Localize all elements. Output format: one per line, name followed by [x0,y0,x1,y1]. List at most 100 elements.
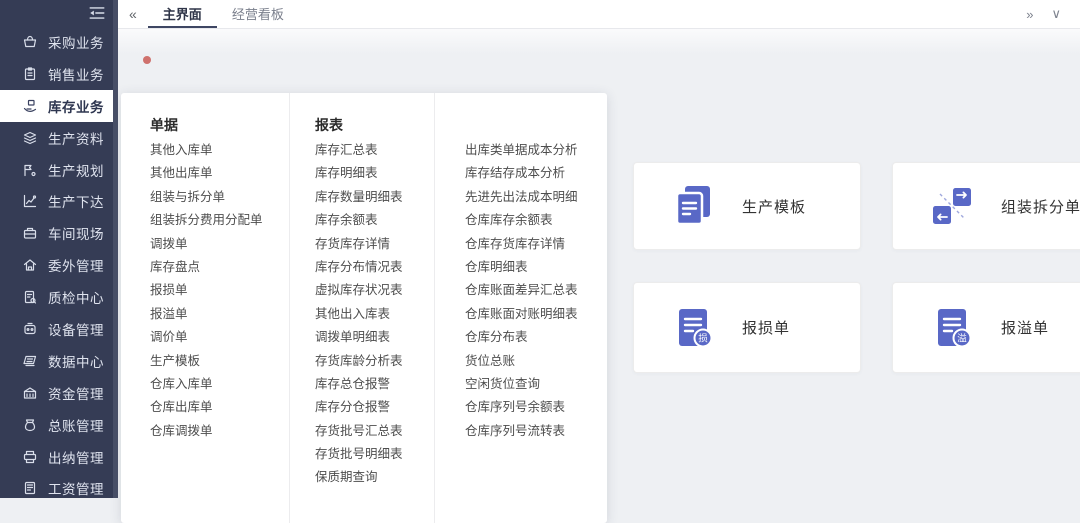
card-assembly-split[interactable]: 组装拆分单 [892,162,1080,250]
sidebar-item-label: 车间现场 [48,223,104,243]
menu-item[interactable]: 仓库账面差异汇总表 [465,279,607,302]
planning-flag-icon [22,162,38,178]
card-label: 报溢单 [1001,317,1049,338]
sidebar-item-quality-center[interactable]: 质检中心 [0,281,113,313]
menu-item[interactable]: 仓库分布表 [465,326,607,349]
menu-item[interactable]: 存货批号明细表 [315,443,434,466]
sidebar-item-sales[interactable]: 销售业务 [0,58,113,90]
sidebar-item-production-dispatch[interactable]: 生产下达 [0,185,113,217]
inventory-mega-menu: 单据 其他入库单 其他出库单 组装与拆分单 组装拆分费用分配单 调拨单 库存盘点… [121,93,607,523]
basket-icon [22,34,38,50]
sidebar-item-label: 总账管理 [48,415,104,435]
menu-item[interactable]: 库存余额表 [315,209,434,232]
menu-item[interactable]: 货位总账 [465,350,607,373]
sidebar-item-payroll[interactable]: 工资管理 [0,472,113,504]
menu-item[interactable]: 其他出入库表 [315,303,434,326]
sidebar-item-general-ledger[interactable]: 总账管理 [0,409,113,441]
menu-item[interactable]: 保质期查询 [315,466,434,489]
sidebar-item-label: 质检中心 [48,287,104,307]
menu-item[interactable]: 仓库账面对账明细表 [465,303,607,326]
sidebar-item-label: 生产资料 [48,128,104,148]
sidebar-item-label: 设备管理 [48,319,104,339]
layers-icon [22,130,38,146]
tab-main-screen[interactable]: 主界面 [148,0,217,28]
sidebar-item-inventory[interactable]: 库存业务 [0,90,113,122]
sidebar-item-outsourcing[interactable]: 委外管理 [0,249,113,281]
menu-item[interactable]: 生产模板 [150,350,289,373]
outsource-house-icon [22,257,38,273]
menu-item[interactable]: 仓库出库单 [150,396,289,419]
menu-item[interactable]: 先进先出法成本明细 [465,186,607,209]
sidebar-item-data-center[interactable]: 数据中心 [0,345,113,377]
assembly-split-icon [929,183,975,229]
sidebar: 采购业务 销售业务 库存业务 生产资料 生产规划 生产下达 车间现场 委外管理 [0,0,118,498]
menu-item[interactable]: 库存分仓报警 [315,396,434,419]
cashier-printer-icon [22,449,38,465]
menu-item[interactable]: 仓库库存余额表 [465,209,607,232]
clipboard-icon [22,66,38,82]
menu-item[interactable]: 其他出库单 [150,162,289,185]
tab-business-dashboard[interactable]: 经营看板 [217,0,299,28]
menu-item[interactable]: 库存盘点 [150,256,289,279]
sidebar-item-label: 生产规划 [48,160,104,180]
funds-bank-icon [22,385,38,401]
menu-item[interactable]: 仓库调拨单 [150,420,289,443]
menu-item[interactable]: 仓库入库单 [150,373,289,396]
menu-item[interactable]: 报溢单 [150,303,289,326]
menu-item[interactable]: 组装拆分费用分配单 [150,209,289,232]
menu-item[interactable]: 库存汇总表 [315,139,434,162]
sidebar-item-cashier[interactable]: 出纳管理 [0,441,113,473]
sidebar-collapse-icon[interactable] [88,4,106,22]
inventory-hand-icon [22,98,38,114]
menu-item[interactable]: 仓库序列号流转表 [465,420,607,443]
menu-column-header: 报表 [315,115,434,139]
sidebar-item-workshop[interactable]: 车间现场 [0,217,113,249]
menu-item[interactable]: 出库类单据成本分析 [465,139,607,162]
payroll-doc-icon [22,480,38,496]
sidebar-nav: 采购业务 销售业务 库存业务 生产资料 生产规划 生产下达 车间现场 委外管理 [0,26,118,504]
sidebar-item-purchasing[interactable]: 采购业务 [0,26,113,58]
card-production-template[interactable]: 生产模板 [633,162,861,250]
menu-item[interactable]: 存货库龄分析表 [315,350,434,373]
sidebar-item-equipment[interactable]: 设备管理 [0,313,113,345]
menu-item[interactable]: 库存数量明细表 [315,186,434,209]
tabs-scroll-right-icon[interactable]: » [1017,7,1042,22]
menu-item[interactable]: 报损单 [150,279,289,302]
tab-bar: « 主界面 经营看板 » ∨ [118,0,1080,29]
menu-item[interactable]: 其他入库单 [150,139,289,162]
sidebar-item-funds[interactable]: 资金管理 [0,377,113,409]
menu-item[interactable]: 仓库存货库存详情 [465,233,607,256]
menu-item[interactable]: 存货库存详情 [315,233,434,256]
menu-item[interactable]: 库存结存成本分析 [465,162,607,185]
tabs-dropdown-icon[interactable]: ∨ [1042,6,1070,22]
card-label: 组装拆分单 [1001,196,1080,217]
card-loss-report[interactable]: 损 报损单 [633,282,861,373]
menu-item[interactable]: 仓库序列号余额表 [465,396,607,419]
menu-item[interactable]: 存货批号汇总表 [315,420,434,443]
menu-item[interactable]: 库存总仓报警 [315,373,434,396]
tabs-scroll-left-icon[interactable]: « [118,6,148,22]
menu-item[interactable]: 空闲货位查询 [465,373,607,396]
menu-item[interactable]: 调拨单 [150,233,289,256]
sidebar-item-production-data[interactable]: 生产资料 [0,122,113,154]
dispatch-chart-icon [22,193,38,209]
menu-item[interactable]: 仓库明细表 [465,256,607,279]
menu-item[interactable]: 库存分布情况表 [315,256,434,279]
sidebar-item-label: 委外管理 [48,255,104,275]
quality-inspect-icon [22,289,38,305]
card-label: 报损单 [742,317,790,338]
menu-item[interactable]: 库存明细表 [315,162,434,185]
menu-item[interactable]: 组装与拆分单 [150,186,289,209]
card-overflow-report[interactable]: 溢 报溢单 [892,282,1080,373]
menu-item[interactable]: 调价单 [150,326,289,349]
sidebar-item-production-planning[interactable]: 生产规划 [0,154,113,186]
sidebar-item-label: 工资管理 [48,478,104,498]
menu-item[interactable]: 调拨单明细表 [315,326,434,349]
sidebar-item-label: 数据中心 [48,351,104,371]
menu-column-reports: 报表 库存汇总表 库存明细表 库存数量明细表 库存余额表 存货库存详情 库存分布… [290,93,435,523]
loss-report-icon: 损 [670,305,716,351]
tab-label: 经营看板 [232,4,284,23]
menu-item[interactable]: 虚拟库存状况表 [315,279,434,302]
sidebar-edge-strip [113,0,118,498]
ledger-bag-icon [22,417,38,433]
